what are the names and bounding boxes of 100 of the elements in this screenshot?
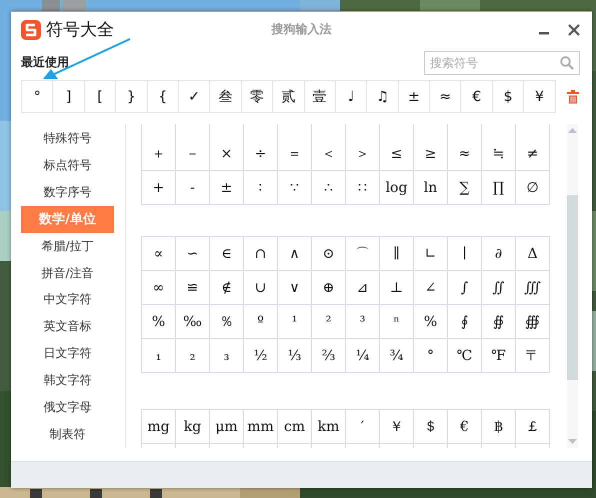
scroll-down-icon[interactable] [568, 439, 577, 445]
symbol-cell[interactable]: ≌ [176, 271, 210, 305]
symbol-cell[interactable]: ∣ [448, 237, 482, 271]
symbol-cell[interactable]: ₂ [176, 339, 210, 373]
category-tab[interactable]: 标点符号 [21, 152, 114, 179]
symbol-cell[interactable]: % [414, 305, 448, 339]
symbol-cell[interactable]: ∩ [244, 237, 278, 271]
symbol-cell[interactable]: ¥ [524, 81, 556, 113]
symbol-cell[interactable]: ‰ [176, 305, 210, 339]
symbol-cell[interactable]: ♩ [336, 81, 368, 113]
symbol-cell[interactable]: ≈ [448, 137, 482, 171]
category-tab[interactable]: 数字序号 [21, 178, 114, 206]
symbol-cell[interactable]: 〒 [516, 339, 550, 373]
symbol-cell[interactable]: ∅ [516, 171, 550, 205]
symbol-cell[interactable]: ＝ [278, 137, 312, 171]
symbol-cell[interactable]: ∴ [312, 171, 346, 205]
symbol-cell[interactable]: } [116, 81, 148, 113]
symbol-cell[interactable]: ￡ [516, 410, 550, 444]
symbol-cell[interactable]: ÷ [244, 137, 278, 171]
symbol-cell[interactable]: ⊿ [346, 271, 380, 305]
search-field[interactable]: 搜索符号 [424, 50, 580, 74]
symbol-cell[interactable]: ∑ [448, 171, 482, 205]
symbol-cell[interactable]: × [210, 137, 244, 171]
symbol-cell[interactable]: ¼ [346, 339, 380, 373]
category-tab[interactable]: 俄文字母 [21, 394, 114, 422]
symbol-cell[interactable]: ≥ [414, 137, 448, 171]
symbol-cell[interactable]: ฿ [482, 410, 516, 444]
symbol-cell[interactable]: ± [398, 81, 430, 113]
category-tab[interactable]: 拼音/注音 [21, 260, 114, 287]
symbol-cell[interactable]: ∬ [482, 271, 516, 305]
symbol-cell[interactable]: € [448, 410, 482, 444]
symbol-cell[interactable]: ∭ [516, 271, 550, 305]
symbol-cell[interactable]: ′ [346, 410, 380, 444]
category-tab[interactable]: 中文字符 [21, 286, 114, 314]
symbol-cell[interactable]: ℃ [448, 339, 482, 373]
symbol-cell[interactable]: ± [210, 171, 244, 205]
symbol-cell[interactable]: ＋ [142, 137, 176, 171]
symbol-cell[interactable]: % [142, 305, 176, 339]
symbol-cell[interactable]: ∯ [482, 305, 516, 339]
symbol-cell[interactable]: ∽ [176, 237, 210, 271]
symbol-cell[interactable]: ∶ [244, 171, 278, 205]
category-tab[interactable]: 特殊符号 [21, 125, 114, 152]
trash-icon[interactable] [566, 90, 579, 104]
symbol-cell[interactable]: － [176, 137, 210, 171]
symbol-cell[interactable]: μm [210, 410, 244, 444]
symbol-cell[interactable]: ∈ [210, 237, 244, 271]
symbol-cell[interactable]: ∠ [414, 271, 448, 305]
symbol-cell[interactable]: ∧ [278, 237, 312, 271]
symbol-cell[interactable]: ＜ [312, 137, 346, 171]
symbol-cell[interactable]: ♫ [367, 81, 399, 113]
symbol-cell[interactable]: ∉ [210, 271, 244, 305]
symbol-cell[interactable]: cm [278, 410, 312, 444]
symbol-cell[interactable]: ∝ [142, 237, 176, 271]
symbol-cell[interactable]: ∞ [142, 271, 176, 305]
symbol-cell[interactable]: ＞ [346, 137, 380, 171]
symbol-cell[interactable]: ³ [346, 305, 380, 339]
symbol-cell[interactable]: ½ [244, 339, 278, 373]
symbol-cell[interactable]: { [148, 81, 179, 113]
symbol-cell[interactable]: ≈ [430, 81, 462, 113]
symbol-cell[interactable]: $ [492, 81, 524, 113]
symbol-cell[interactable]: 壹 [304, 81, 336, 113]
symbol-cell[interactable]: ⅓ [278, 339, 312, 373]
symbol-cell[interactable]: ⁿ [380, 305, 414, 339]
symbol-cell[interactable]: ₃ [210, 339, 244, 373]
symbol-cell[interactable]: [ [84, 81, 116, 113]
symbol-cell[interactable]: mm [244, 410, 278, 444]
category-tab[interactable]: 韩文字符 [21, 367, 114, 394]
symbol-cell[interactable]: 贰 [273, 81, 305, 113]
category-tab[interactable]: 制表符 [21, 421, 114, 448]
symbol-cell[interactable]: ≠ [516, 137, 550, 171]
symbol-cell[interactable]: ∨ [278, 271, 312, 305]
symbol-cell[interactable]: + [142, 171, 176, 205]
symbol-cell[interactable]: ℉ [482, 339, 516, 373]
symbol-cell[interactable]: ∵ [278, 171, 312, 205]
symbol-cell[interactable]: ° [22, 81, 54, 113]
symbol-cell[interactable]: ∟ [414, 237, 448, 271]
symbol-cell[interactable]: - [176, 171, 210, 205]
symbol-cell[interactable]: ∫ [448, 271, 482, 305]
symbol-cell[interactable]: ∰ [516, 305, 550, 339]
symbol-cell[interactable]: ￥ [380, 410, 414, 444]
symbol-cell[interactable]: ∏ [482, 171, 516, 205]
symbol-cell[interactable]: ∂ [482, 237, 516, 271]
symbol-cell[interactable]: ° [414, 339, 448, 373]
category-tab[interactable]: 希腊/拉丁 [21, 232, 114, 260]
category-tab[interactable]: 日文字符 [21, 340, 114, 368]
symbol-cell[interactable]: € [461, 81, 493, 113]
symbol-cell[interactable]: ✓ [178, 81, 210, 113]
symbol-cell[interactable]: ⅔ [312, 339, 346, 373]
category-tab[interactable]: 英文音标 [21, 313, 114, 340]
symbol-cell[interactable]: 零 [242, 81, 274, 113]
symbol-cell[interactable]: kg [176, 410, 210, 444]
symbol-cell[interactable]: 叁 [210, 81, 242, 113]
scroll-up-icon[interactable] [568, 127, 577, 133]
symbol-cell[interactable]: ≤ [380, 137, 414, 171]
symbol-cell[interactable]: ∷ [346, 171, 380, 205]
close-icon[interactable] [568, 24, 580, 36]
symbol-cell[interactable]: ¾ [380, 339, 414, 373]
search-icon[interactable] [560, 56, 574, 70]
symbol-cell[interactable]: Δ [516, 237, 550, 271]
symbol-cell[interactable]: ∮ [448, 305, 482, 339]
